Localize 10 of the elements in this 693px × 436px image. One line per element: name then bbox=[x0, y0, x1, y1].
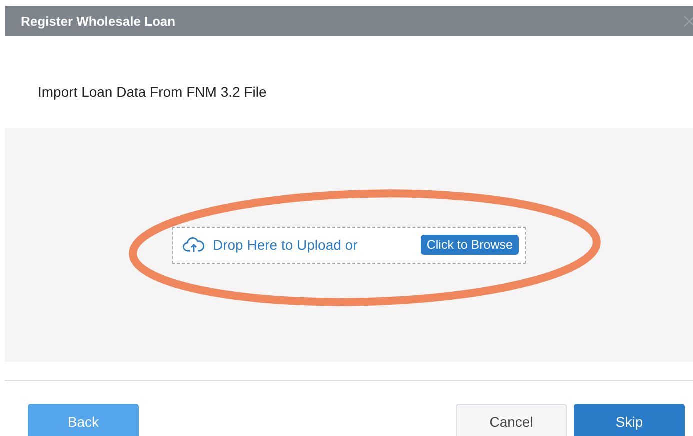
back-button[interactable]: Back bbox=[28, 404, 139, 436]
skip-button[interactable]: Skip bbox=[574, 404, 685, 436]
upload-dropzone[interactable]: Drop Here to Upload or Click to Browse bbox=[172, 226, 526, 264]
cancel-button[interactable]: Cancel bbox=[456, 404, 567, 436]
window-title: Register Wholesale Loan bbox=[21, 14, 176, 28]
dropzone-text: Drop Here to Upload or bbox=[213, 237, 359, 253]
browse-button[interactable]: Click to Browse bbox=[420, 235, 519, 255]
close-icon[interactable] bbox=[683, 15, 693, 27]
cloud-upload-icon bbox=[183, 237, 205, 253]
section-heading: Import Loan Data From FNM 3.2 File bbox=[38, 84, 267, 100]
